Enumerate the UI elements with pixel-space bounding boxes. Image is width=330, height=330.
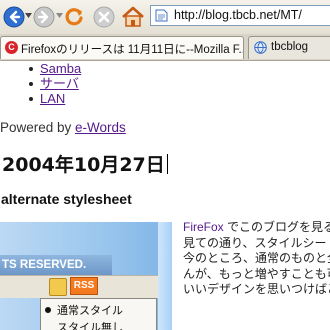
site-favicon-icon: C — [5, 41, 18, 54]
page-icon — [155, 9, 168, 22]
tab-tbcblog[interactable]: tbcblog — [248, 36, 330, 59]
back-button[interactable] — [3, 6, 25, 28]
tab-strip: C Firefoxのリリースは 11月11日に--Mozilla F... tb… — [0, 34, 330, 61]
url-bar[interactable]: http://blog.tbcb.net/MT/ — [150, 5, 330, 26]
firefox-text: FireFox — [183, 220, 224, 234]
text-caret — [166, 154, 168, 174]
post-date: 2004年10月27日 — [2, 150, 168, 177]
menu-item-label: スタイル無し — [57, 322, 123, 330]
stop-icon — [93, 6, 115, 28]
category-link-server[interactable]: サーバ — [40, 76, 79, 91]
post-line: んが、もっと増やすことも可能 — [183, 266, 330, 281]
chevron-down-icon — [56, 13, 63, 18]
forward-button[interactable] — [33, 6, 55, 28]
forward-arrow-icon — [33, 6, 55, 28]
reload-button[interactable] — [63, 6, 83, 26]
post-line: 今のところ、通常のものと全く — [183, 251, 330, 265]
back-history-dropdown[interactable] — [25, 13, 32, 19]
list-item: Samba — [28, 61, 81, 76]
back-arrow-icon — [3, 6, 25, 28]
screenshot-banner-text: TS RESERVED. — [0, 255, 112, 275]
tab-label: Firefoxのリリースは 11月11日に--Mozilla F... — [21, 44, 243, 56]
home-button[interactable] — [121, 6, 144, 27]
post-body: FireFox でこのブログを見る 見ての通り、スタイルシートを 今のところ、通… — [183, 220, 330, 298]
rss-icon: RSS — [70, 277, 98, 295]
style-menu: 通常スタイル スタイル無し — [40, 298, 157, 330]
forward-history-dropdown[interactable] — [56, 13, 63, 19]
powered-by: Powered by e-Words — [0, 120, 126, 135]
post-line: いいデザインを思いつけばど — [183, 282, 330, 296]
e-words-link[interactable]: e-Words — [75, 120, 126, 135]
list-item: LAN — [28, 91, 81, 106]
post-line: 見ての通り、スタイルシートを — [183, 235, 330, 250]
globe-icon — [254, 41, 267, 54]
screenshot-edge — [158, 222, 172, 330]
category-link-samba[interactable]: Samba — [40, 61, 81, 76]
list-item: サーバ — [28, 76, 81, 91]
chevron-down-icon — [25, 13, 32, 18]
radio-dot-icon — [45, 307, 51, 313]
category-list: Samba サーバ LAN — [0, 61, 81, 106]
category-link-lan[interactable]: LAN — [40, 91, 65, 106]
menu-item-label: 通常スタイル — [57, 305, 123, 317]
post-line: FireFox でこのブログを見る — [183, 220, 330, 236]
post-line-text: でこのブログを見る — [227, 220, 330, 234]
tab-firefox-release[interactable]: C Firefoxのリリースは 11月11日に--Mozilla F... — [0, 36, 244, 59]
embedded-screenshot: TS RESERVED. RSS 通常スタイル スタイル無し — [0, 222, 172, 330]
post-title: alternate stylesheet — [1, 191, 132, 207]
tab-label: tbcblog — [271, 41, 309, 53]
powered-by-text: Powered by — [0, 120, 76, 135]
pencil-icon — [49, 278, 67, 296]
page-content: Samba サーバ LAN Powered by e-Words 2004年10… — [0, 61, 330, 330]
post-date-text: 2004年10月27日 — [2, 154, 165, 176]
reload-icon — [65, 8, 83, 26]
stop-button[interactable] — [93, 6, 115, 28]
url-text: http://blog.tbcb.net/MT/ — [174, 8, 302, 22]
navigation-toolbar: http://blog.tbcb.net/MT/ — [0, 0, 330, 35]
menu-item: スタイル無し — [45, 319, 123, 330]
home-icon — [122, 6, 144, 27]
menu-item: 通常スタイル — [45, 302, 123, 318]
